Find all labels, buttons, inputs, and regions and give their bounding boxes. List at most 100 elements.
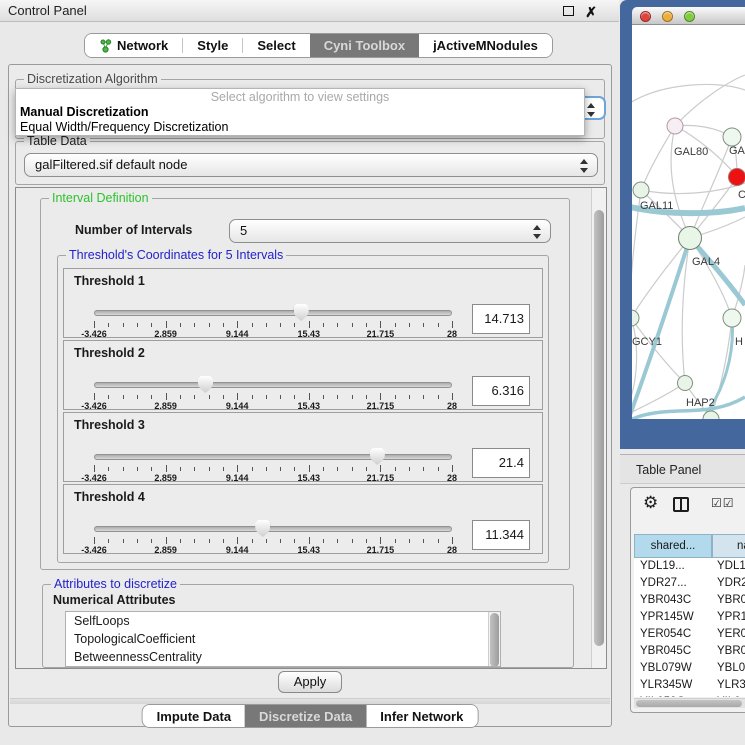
table-horizontal-scrollbar[interactable] bbox=[634, 698, 745, 708]
network-canvas[interactable]: GAL80GACGAL11GAL4GCY1HHAP2 bbox=[632, 25, 745, 419]
cell-shared-name[interactable]: YER054C bbox=[634, 626, 712, 643]
network-window-titlebar[interactable] bbox=[632, 7, 745, 25]
threshold-value-field[interactable]: 11.344 bbox=[472, 520, 530, 550]
threshold-value-field[interactable]: 14.713 bbox=[472, 304, 530, 334]
network-edge[interactable] bbox=[632, 84, 745, 103]
network-edge[interactable] bbox=[632, 318, 637, 400]
network-edge[interactable] bbox=[632, 238, 690, 318]
dropdown-option-equal-width-frequency[interactable]: Equal Width/Frequency Discretization bbox=[16, 120, 584, 135]
network-edge[interactable] bbox=[690, 238, 745, 305]
slider-track[interactable] bbox=[94, 454, 452, 460]
settings-scrollbar[interactable] bbox=[591, 188, 606, 668]
threshold-slider[interactable]: -3.4262.8599.14415.4321.71528 bbox=[94, 413, 452, 483]
threshold-slider[interactable]: -3.4262.8599.14415.4321.71528 bbox=[94, 485, 452, 555]
threshold-value-field[interactable]: 6.316 bbox=[472, 376, 530, 406]
tab-style[interactable]: Style bbox=[183, 34, 242, 57]
slider-ticks bbox=[94, 321, 452, 329]
float-window-icon[interactable] bbox=[563, 6, 574, 16]
cell-shared-name[interactable]: YBR043C bbox=[634, 592, 712, 609]
network-edge[interactable] bbox=[641, 183, 745, 194]
cell-name[interactable]: YDR2 bbox=[712, 575, 745, 592]
checkboxes-icon[interactable]: ☑☑ bbox=[711, 496, 735, 510]
table-row[interactable]: YDL19...YDL1 bbox=[634, 558, 745, 575]
network-edge[interactable] bbox=[641, 126, 675, 190]
network-node[interactable] bbox=[723, 128, 741, 146]
cell-name[interactable]: YLR3 bbox=[712, 677, 745, 694]
table-row[interactable]: YDR27...YDR2 bbox=[634, 575, 745, 592]
cell-name[interactable]: YBR0 bbox=[712, 592, 745, 609]
apply-button[interactable]: Apply bbox=[278, 671, 342, 693]
threshold-slider[interactable]: -3.4262.8599.14415.4321.71528 bbox=[94, 269, 452, 339]
network-node[interactable] bbox=[632, 310, 639, 326]
cell-shared-name[interactable]: YBR045C bbox=[634, 643, 712, 660]
list-scrollbar[interactable] bbox=[488, 612, 500, 666]
network-node[interactable] bbox=[729, 169, 745, 186]
slider-thumb[interactable] bbox=[370, 448, 385, 465]
numerical-attributes-list[interactable]: SelfLoopsTopologicalCoefficientBetweenne… bbox=[65, 611, 501, 667]
cell-name[interactable]: YIL0 bbox=[712, 694, 741, 697]
slider-thumb[interactable] bbox=[294, 304, 309, 321]
network-node[interactable] bbox=[679, 227, 702, 250]
tab-infer-network[interactable]: Infer Network bbox=[366, 705, 477, 727]
network-node[interactable] bbox=[667, 118, 683, 134]
gear-icon[interactable]: ⚙ bbox=[643, 493, 658, 513]
table-row[interactable]: YER054CYER0 bbox=[634, 626, 745, 643]
threshold-value-field[interactable]: 21.4 bbox=[472, 448, 530, 478]
dropdown-option-manual-discretization[interactable]: Manual Discretization bbox=[16, 105, 584, 120]
mac-zoom-button[interactable] bbox=[684, 11, 695, 22]
mac-close-button[interactable] bbox=[640, 11, 651, 22]
table-row[interactable]: YBR043CYBR0 bbox=[634, 592, 745, 609]
table-data-combobox[interactable]: galFiltered.sif default node bbox=[24, 153, 598, 177]
tab-discretize-data[interactable]: Discretize Data bbox=[245, 705, 366, 727]
attribute-item[interactable]: SelfLoops bbox=[66, 612, 500, 630]
network-view-window[interactable]: GAL80GACGAL11GAL4GCY1HHAP2 bbox=[620, 0, 745, 449]
attribute-item[interactable]: BetweennessCentrality bbox=[66, 648, 500, 666]
cell-name[interactable]: YBL0 bbox=[712, 660, 745, 677]
table-row[interactable]: YLR345WYLR3 bbox=[634, 677, 745, 694]
column-header-name[interactable]: na bbox=[712, 534, 745, 558]
table-row[interactable]: YBR045CYBR0 bbox=[634, 643, 745, 660]
attribute-item[interactable]: TopologicalCoefficient bbox=[66, 630, 500, 648]
mac-minimize-button[interactable] bbox=[662, 11, 673, 22]
number-of-intervals-combobox[interactable]: 5 bbox=[229, 219, 551, 243]
slider-track[interactable] bbox=[94, 526, 452, 532]
tab-select[interactable]: Select bbox=[243, 34, 309, 57]
tab-label: Select bbox=[257, 38, 295, 53]
tab-impute-data[interactable]: Impute Data bbox=[143, 705, 245, 727]
cell-name[interactable]: YDL1 bbox=[712, 558, 745, 575]
network-graph[interactable]: GAL80GACGAL11GAL4GCY1HHAP2 bbox=[632, 25, 745, 419]
close-icon[interactable]: ✗ bbox=[585, 1, 597, 23]
threshold-panel: Threshold 4 -3.4262.8599.14415.4321.7152… bbox=[63, 484, 543, 554]
slider-track[interactable] bbox=[94, 382, 452, 388]
tab-network[interactable]: Network bbox=[85, 34, 182, 57]
cell-name[interactable]: YPR1 bbox=[712, 609, 745, 626]
table-row[interactable]: YBL079WYBL0 bbox=[634, 660, 745, 677]
table-header-row: shared... na bbox=[634, 534, 745, 558]
cell-shared-name[interactable]: YDL19... bbox=[634, 558, 712, 575]
network-node[interactable] bbox=[678, 376, 693, 391]
slider-track[interactable] bbox=[94, 310, 452, 316]
slider-tick-labels: -3.4262.8599.14415.4321.71528 bbox=[94, 329, 452, 339]
table-row[interactable]: YIL052CYIL0 bbox=[634, 694, 745, 697]
cell-shared-name[interactable]: YBL079W bbox=[634, 660, 712, 677]
cell-shared-name[interactable]: YDR27... bbox=[634, 575, 712, 592]
cell-shared-name[interactable]: YLR345W bbox=[634, 677, 712, 694]
tab-cyni-toolbox[interactable]: Cyni Toolbox bbox=[310, 34, 419, 57]
network-node[interactable] bbox=[723, 309, 741, 327]
table-row[interactable]: YPR145WYPR1 bbox=[634, 609, 745, 626]
cell-shared-name[interactable]: YIL052C bbox=[634, 694, 712, 697]
cell-name[interactable]: YBR0 bbox=[712, 643, 745, 660]
network-edge[interactable] bbox=[675, 75, 745, 126]
slider-thumb[interactable] bbox=[198, 376, 213, 393]
cell-name[interactable]: YER0 bbox=[712, 626, 745, 643]
node-label: GAL4 bbox=[692, 256, 720, 268]
column-header-shared-name[interactable]: shared... bbox=[634, 534, 712, 558]
tab-jactivemnodules[interactable]: jActiveMNodules bbox=[419, 34, 552, 57]
network-node[interactable] bbox=[633, 182, 649, 198]
cell-shared-name[interactable]: YPR145W bbox=[634, 609, 712, 626]
network-node[interactable] bbox=[703, 411, 719, 419]
threshold-slider[interactable]: -3.4262.8599.14415.4321.71528 bbox=[94, 341, 452, 411]
split-columns-icon[interactable] bbox=[673, 497, 689, 512]
slider-ticks bbox=[94, 537, 452, 545]
slider-thumb[interactable] bbox=[255, 520, 270, 537]
